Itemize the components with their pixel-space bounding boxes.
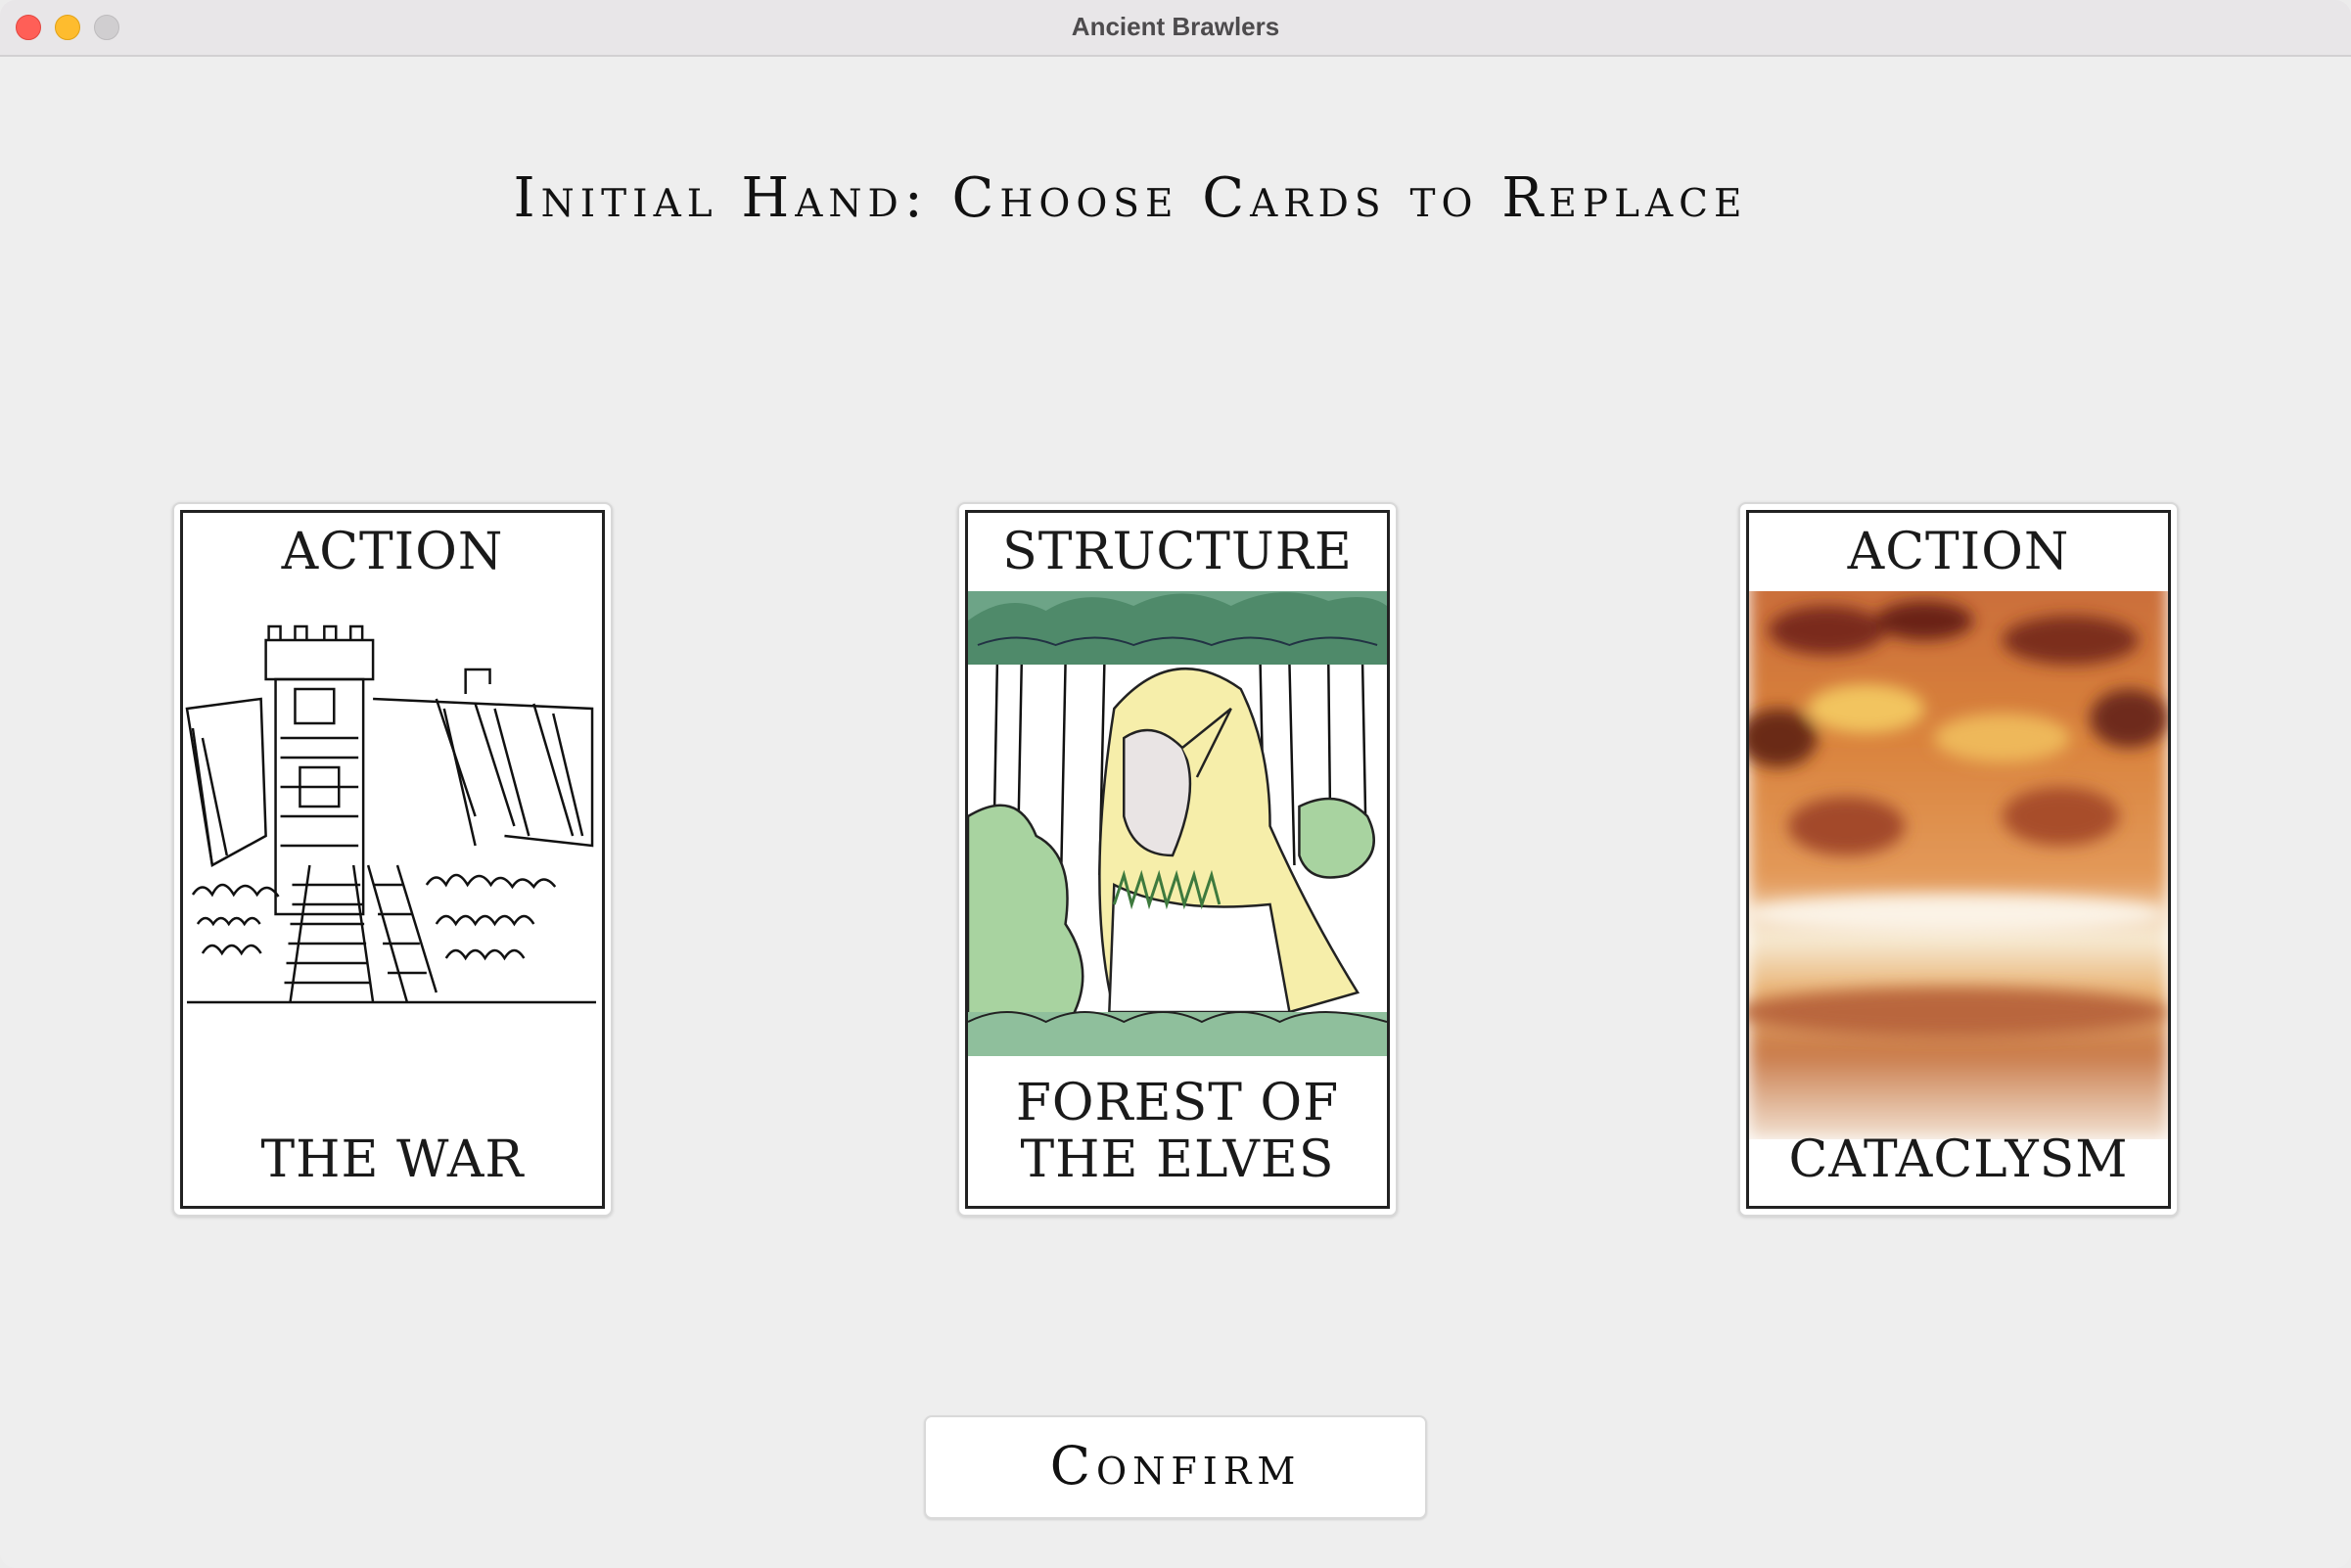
- card-type-label: ACTION: [281, 523, 504, 581]
- card-type-label: STRUCTURE: [1002, 523, 1353, 581]
- card-name-label: CATACLYSM: [1788, 1130, 2129, 1189]
- card-frame: STRUCTURE FOREST OF THE ELVES: [965, 510, 1390, 1209]
- hand-card-forest-of-the-elves[interactable]: STRUCTURE FOREST OF THE ELVES: [957, 502, 1398, 1217]
- app-window: Ancient Brawlers Initial Hand: Choose Ca…: [0, 0, 2351, 1568]
- confirm-button[interactable]: Confirm: [924, 1415, 1427, 1519]
- card-frame: ACTION: [1746, 510, 2171, 1209]
- game-content: Initial Hand: Choose Cards to Replace AC…: [0, 57, 2351, 1568]
- war-siege-sketch-image: [185, 624, 597, 1004]
- hand-card-cataclysm[interactable]: ACTION CATACLYSM: [1738, 502, 2179, 1217]
- fiery-cataclysm-painting-image: [1749, 591, 2168, 1139]
- page-title: Initial Hand: Choose Cards to Replace: [0, 166, 2351, 230]
- window-title: Ancient Brawlers: [1071, 12, 1280, 41]
- card-name-label: THE WAR: [260, 1130, 525, 1189]
- card-frame: ACTION: [180, 510, 605, 1209]
- card-name-line-2: THE ELVES: [1020, 1130, 1335, 1189]
- elf-forest-drawing-image: [968, 591, 1387, 1056]
- title-bar[interactable]: Ancient Brawlers: [0, 0, 2351, 57]
- card-type-label: ACTION: [1847, 523, 2070, 581]
- heading-text: Initial Hand: Choose Cards to Replace: [513, 166, 1748, 230]
- card-name-line-1: FOREST OF: [1015, 1074, 1340, 1132]
- hand-card-the-war[interactable]: ACTION THE WAR: [172, 502, 613, 1217]
- card-name-label: FOREST OF THE ELVES: [968, 1075, 1387, 1188]
